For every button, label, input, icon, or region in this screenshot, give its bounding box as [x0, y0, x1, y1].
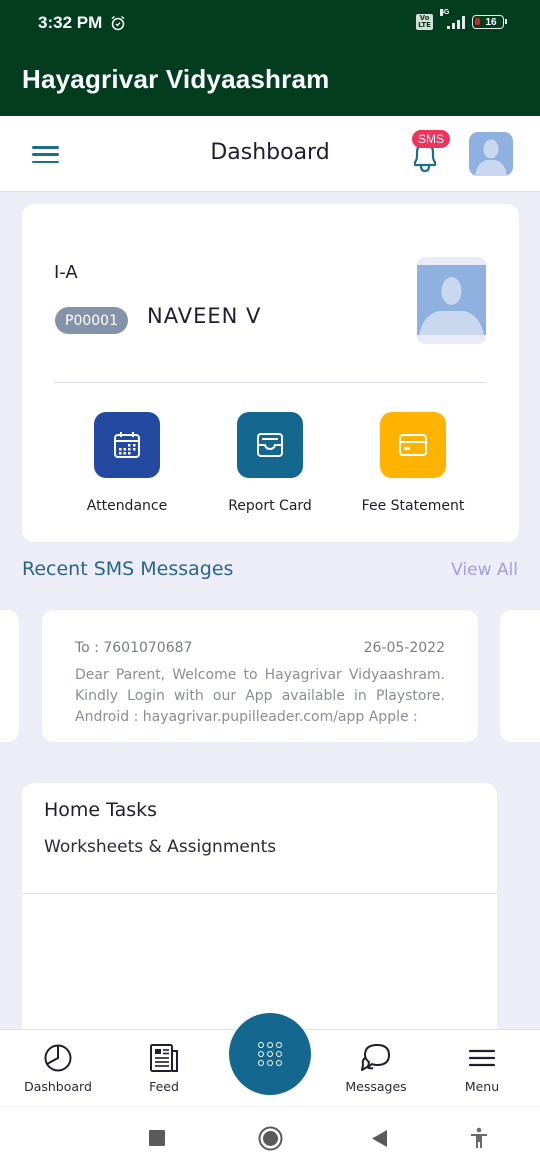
status-bar-right: Vo LTE 4G 16: [416, 9, 507, 30]
nav-menu[interactable]: Menu: [437, 1042, 527, 1094]
recent-sms-heading: Recent SMS Messages: [22, 558, 234, 580]
battery-icon: 16: [472, 15, 507, 29]
newspaper-icon: [150, 1044, 178, 1072]
nav-dashboard-label: Dashboard: [24, 1079, 92, 1094]
app-bar: 3:32 PM Vo LTE 4G 16 Hayagrivar Vidyaashr…: [0, 0, 540, 116]
sms-card-previous[interactable]: [0, 610, 19, 742]
page-title: Dashboard: [210, 140, 330, 165]
sms-date: 26-05-2022: [363, 640, 445, 656]
student-id-badge: P00001: [55, 307, 128, 334]
volte-icon: Vo LTE: [416, 14, 433, 30]
inbox-tray-icon: [237, 412, 303, 478]
nav-messages[interactable]: Messages: [331, 1042, 421, 1094]
accessibility-icon[interactable]: [469, 1127, 489, 1153]
sms-body: Dear Parent, Welcome to Hayagrivar Vidya…: [75, 667, 445, 725]
report-card-label: Report Card: [228, 498, 312, 514]
student-card: I-A P00001 NAVEEN V Attendance Report Ca…: [22, 204, 519, 542]
alarm-clock-icon: [111, 15, 125, 31]
home-tasks-divider: [22, 893, 497, 894]
attendance-button[interactable]: Attendance: [62, 412, 192, 514]
attendance-label: Attendance: [86, 498, 168, 514]
person-silhouette-icon: [419, 277, 484, 335]
status-time: 3:32 PM: [38, 13, 103, 32]
card-divider: [54, 382, 486, 383]
back-triangle-icon[interactable]: [371, 1129, 389, 1152]
user-avatar-icon[interactable]: [469, 132, 513, 176]
signal-icon: 4G: [440, 9, 465, 29]
network-type: 4G: [440, 9, 450, 16]
nav-feed-label: Feed: [149, 1079, 179, 1094]
app-title: Hayagrivar Vidyaashram: [22, 64, 330, 94]
pie-chart-icon: [44, 1044, 72, 1072]
sms-card-next[interactable]: [500, 610, 540, 742]
nav-menu-label: Menu: [464, 1079, 500, 1094]
nav-feed[interactable]: Feed: [119, 1042, 209, 1094]
student-name: NAVEEN V: [147, 304, 262, 328]
nav-dashboard[interactable]: Dashboard: [13, 1042, 103, 1094]
student-photo: [417, 257, 486, 344]
sms-recipient: To : 7601070687: [75, 640, 193, 656]
home-circle-icon[interactable]: [258, 1126, 283, 1155]
calendar-icon: [94, 412, 160, 478]
student-class: I-A: [54, 262, 78, 283]
apps-grid-button[interactable]: [229, 1013, 311, 1095]
fee-statement-button[interactable]: Fee Statement: [348, 412, 478, 514]
page-header: Dashboard SMS: [0, 116, 540, 192]
home-tasks-title: Home Tasks: [44, 799, 158, 821]
sms-card[interactable]: To : 7601070687 26-05-2022 Dear Parent, …: [42, 610, 478, 742]
fee-statement-label: Fee Statement: [361, 498, 465, 514]
view-all-link[interactable]: View All: [451, 560, 518, 580]
status-bar-left: 3:32 PM: [38, 13, 126, 33]
apps-grid-icon: [258, 1042, 282, 1066]
notification-badge[interactable]: SMS: [412, 130, 451, 148]
report-card-button[interactable]: Report Card: [205, 412, 335, 514]
recents-square-icon[interactable]: [149, 1130, 165, 1146]
system-navigation-bar: [0, 1106, 540, 1170]
battery-level: 16: [485, 16, 497, 28]
home-tasks-card: Home Tasks Worksheets & Assignments: [22, 783, 497, 1043]
menu-lines-icon: [468, 1049, 496, 1067]
nav-messages-label: Messages: [345, 1079, 407, 1094]
credit-card-icon: [380, 412, 446, 478]
home-tasks-subtitle: Worksheets & Assignments: [44, 837, 277, 857]
chat-bubbles-icon: [361, 1044, 390, 1071]
